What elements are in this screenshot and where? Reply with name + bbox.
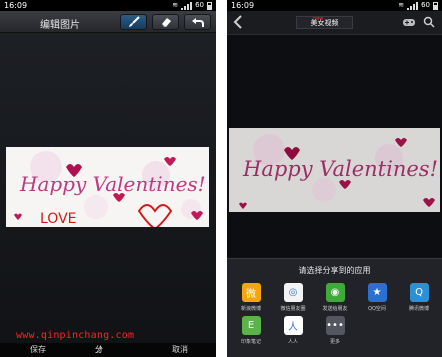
gamepad-icon[interactable]: [402, 17, 416, 27]
more-icon: •••: [325, 316, 345, 335]
status-time: 16:09: [231, 1, 255, 10]
site-watermark: www.qinpinchang.com: [16, 330, 135, 341]
share-app-label: 新浪微博: [240, 306, 261, 312]
status-icons: ≋ 60: [172, 0, 212, 11]
battery-icon: [207, 1, 212, 10]
share-app-label: 腾讯微博: [408, 306, 429, 312]
valentine-image: Happy Valentines! LOVE: [6, 147, 209, 227]
edit-canvas-image[interactable]: Happy Valentines! LOVE: [6, 147, 209, 227]
page-title: 编辑图片: [40, 20, 80, 31]
valentine-image: Happy Valentines!: [229, 128, 440, 212]
image-caption: Happy Valentines!: [242, 157, 438, 181]
moments-icon: ◎: [283, 283, 303, 302]
evernote-icon: E: [241, 316, 261, 335]
share-app-renren[interactable]: 人人人: [273, 316, 313, 345]
save-button[interactable]: 保存: [30, 343, 46, 357]
signal-icon: [181, 1, 193, 10]
battery-level: 60: [195, 1, 204, 9]
share-app-label: QQ空间: [368, 306, 386, 312]
signal-icon: [407, 1, 419, 10]
wifi-icon: ≋: [172, 1, 179, 9]
share-app-evernote[interactable]: E 印象笔记: [231, 316, 271, 345]
share-sheet-title: 请选择分享到的应用: [298, 266, 371, 275]
undo-button[interactable]: [184, 14, 211, 30]
status-bar: 16:09 ≋ 60: [227, 0, 442, 11]
shared-image: Happy Valentines!: [229, 128, 440, 212]
channel-title: new 美女视频: [296, 16, 353, 29]
share-app-more[interactable]: ••• 更多: [315, 316, 355, 345]
brush-tool-button[interactable]: [120, 14, 147, 30]
share-app-qzone[interactable]: ★ QQ空间: [357, 283, 397, 312]
wechat-icon: ◉: [325, 283, 345, 302]
status-icons: ≋ 60: [398, 0, 438, 11]
share-sheet: 请选择分享到的应用 微新浪微博 ◎ 微信朋友圈 ◉ 发送给朋友 ★ QQ空间 Q 腾讯微博 E 印象…: [227, 258, 442, 357]
back-icon[interactable]: [233, 15, 243, 29]
right-phone-screen: 16:09 ≋ 60 new 美女视频 Happy Valentines! 请选…: [227, 0, 442, 357]
image-caption: Happy Valentines!: [19, 172, 206, 196]
share-app-label: 发送给朋友: [322, 306, 348, 312]
share-app-wechat[interactable]: ◉ 发送给朋友: [315, 283, 355, 312]
bottom-action-bar: 保存 ⤴分享 取消: [0, 343, 216, 357]
status-bar: 16:09 ≋ 60: [0, 0, 216, 11]
app-header: new 美女视频: [227, 11, 442, 35]
search-icon[interactable]: [423, 16, 435, 28]
share-app-label: 印象笔记: [240, 339, 261, 345]
share-app-weibo[interactable]: 微新浪微博: [231, 283, 271, 312]
tencent-weibo-icon: Q: [409, 283, 429, 302]
share-label: 分享: [95, 345, 103, 354]
battery-level: 60: [421, 1, 430, 9]
share-app-moments[interactable]: ◎ 微信朋友圈: [273, 283, 313, 312]
qzone-icon: ★: [367, 283, 387, 302]
status-time: 16:09: [4, 1, 28, 10]
share-app-label: 更多: [329, 339, 340, 345]
editor-toolbar: 编辑图片: [0, 11, 216, 33]
wifi-icon: ≋: [398, 1, 405, 9]
eraser-tool-button[interactable]: [152, 14, 179, 30]
undo-icon: [192, 18, 204, 27]
weibo-icon: 微: [241, 283, 261, 302]
renren-icon: 人: [283, 316, 303, 335]
new-badge: new: [313, 16, 324, 22]
battery-icon: [433, 1, 438, 10]
doodle-text: LOVE: [40, 211, 77, 227]
left-phone-screen: 16:09 ≋ 60 编辑图片 Happy Valentines! LOVE w…: [0, 0, 216, 357]
share-app-label: 人人: [287, 339, 298, 345]
share-app-label: 微信朋友圈: [280, 306, 306, 312]
cancel-button[interactable]: 取消: [172, 343, 188, 357]
eraser-icon: [162, 18, 171, 27]
brush-icon: [129, 16, 140, 27]
share-app-tencent-weibo[interactable]: Q 腾讯微博: [399, 283, 439, 312]
